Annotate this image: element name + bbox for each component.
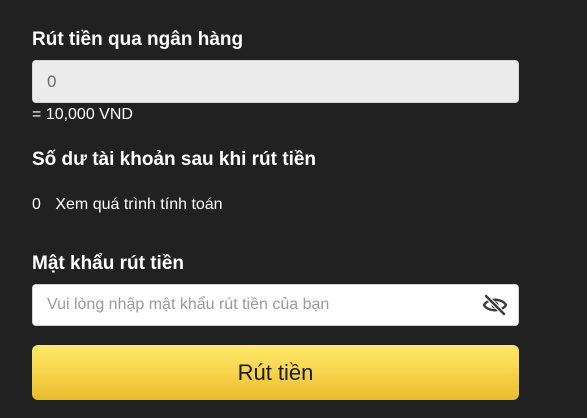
balance-row: 0 Xem quá trình tính toán: [32, 196, 223, 214]
password-input[interactable]: [33, 285, 473, 325]
withdraw-title: Rút tiền qua ngân hàng: [32, 29, 244, 50]
conversion-text: = 10,000 VND: [32, 106, 133, 123]
balance-title: Số dư tài khoản sau khi rút tiền: [32, 149, 317, 170]
password-title: Mật khẩu rút tiền: [32, 253, 185, 274]
balance-value: 0: [32, 196, 41, 213]
eye-slash-icon[interactable]: [482, 293, 508, 317]
withdraw-submit-button[interactable]: Rút tiền: [32, 345, 519, 400]
withdraw-form: Rút tiền qua ngân hàng = 10,000 VND Số d…: [0, 0, 587, 418]
view-calculation-link[interactable]: Xem quá trình tính toán: [55, 196, 222, 213]
password-field: [32, 284, 519, 326]
amount-input[interactable]: [32, 60, 519, 103]
